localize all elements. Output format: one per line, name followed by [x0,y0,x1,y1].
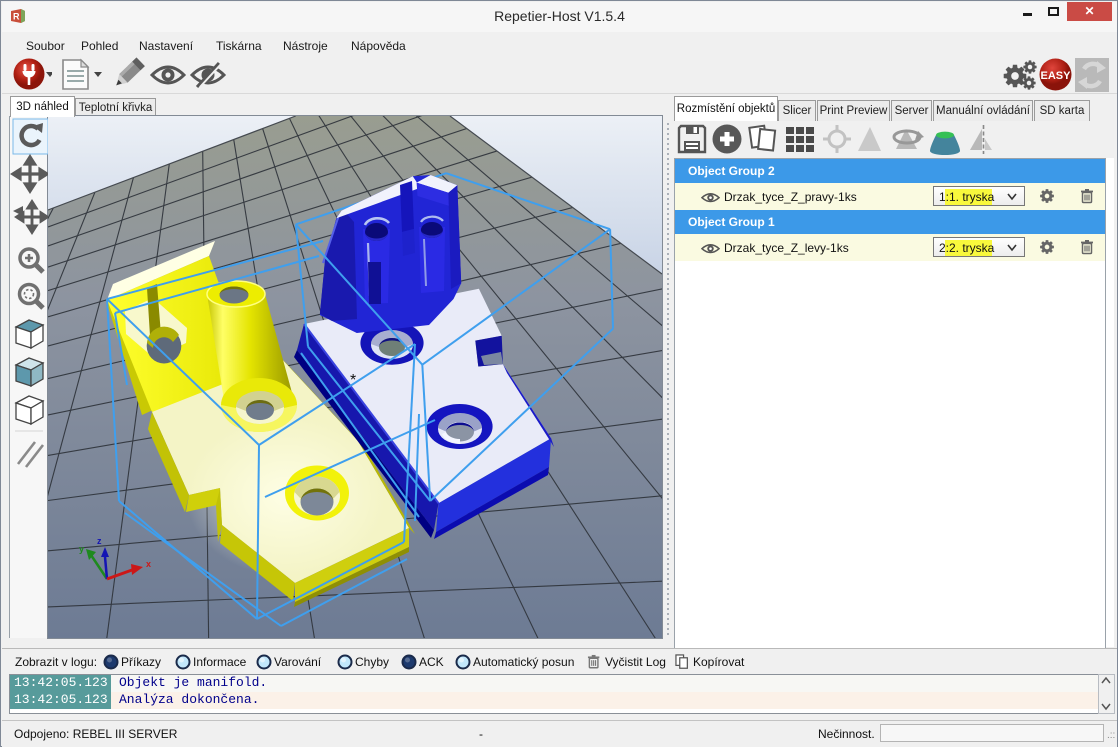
svg-text:*: * [350,372,356,389]
svg-text:x: x [146,559,151,569]
svg-text:R: R [13,12,20,22]
svg-text:y: y [79,544,84,554]
svg-text:EASY: EASY [1041,70,1072,82]
svg-text:z: z [97,536,102,546]
